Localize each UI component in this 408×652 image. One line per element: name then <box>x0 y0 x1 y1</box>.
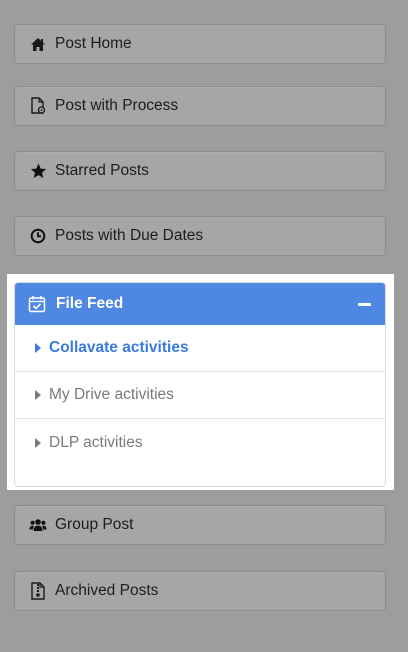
menu-item-label: Starred Posts <box>55 162 149 179</box>
sub-item-dlp-activities[interactable]: DLP activities <box>15 419 385 466</box>
file-feed-panel: File Feed Collavate activities My Drive … <box>7 274 394 490</box>
menu-item-file-feed[interactable]: File Feed <box>15 283 385 325</box>
process-document-icon <box>29 97 47 115</box>
sub-item-collavate-activities[interactable]: Collavate activities <box>15 325 385 372</box>
file-feed-panel-body: File Feed Collavate activities My Drive … <box>14 282 386 487</box>
menu-item-posts-with-due-dates[interactable]: Posts with Due Dates <box>14 216 386 256</box>
menu-item-archived-posts[interactable]: Archived Posts <box>14 571 386 611</box>
archive-file-icon <box>29 582 47 600</box>
minus-icon[interactable] <box>357 291 371 317</box>
sub-item-my-drive-activities[interactable]: My Drive activities <box>15 372 385 419</box>
clock-icon <box>29 227 47 245</box>
menu-item-label: Posts with Due Dates <box>55 227 204 244</box>
star-icon <box>29 162 47 180</box>
sub-item-label: DLP activities <box>49 433 143 451</box>
caret-right-icon <box>35 437 41 448</box>
menu-item-label: Post Home <box>55 35 132 52</box>
caret-right-icon <box>35 390 41 400</box>
menu-item-group-post[interactable]: Group Post <box>14 505 386 545</box>
menu-item-label: Post with Process <box>55 97 179 114</box>
home-icon <box>29 35 47 53</box>
sub-item-label: Collavate activities <box>49 339 189 356</box>
menu-item-label: Group Post <box>55 516 134 533</box>
users-icon <box>29 516 47 534</box>
caret-right-icon <box>35 343 41 353</box>
sidebar-menu: Post Home Post with Process Starred Post… <box>0 0 408 652</box>
file-feed-label: File Feed <box>56 295 124 312</box>
sub-item-label: My Drive activities <box>49 386 174 403</box>
menu-item-starred-posts[interactable]: Starred Posts <box>14 151 386 191</box>
menu-item-post-with-process[interactable]: Post with Process <box>14 86 386 126</box>
menu-item-post-home[interactable]: Post Home <box>14 24 386 64</box>
calendar-check-icon <box>28 294 48 314</box>
menu-item-label: Archived Posts <box>55 582 159 599</box>
